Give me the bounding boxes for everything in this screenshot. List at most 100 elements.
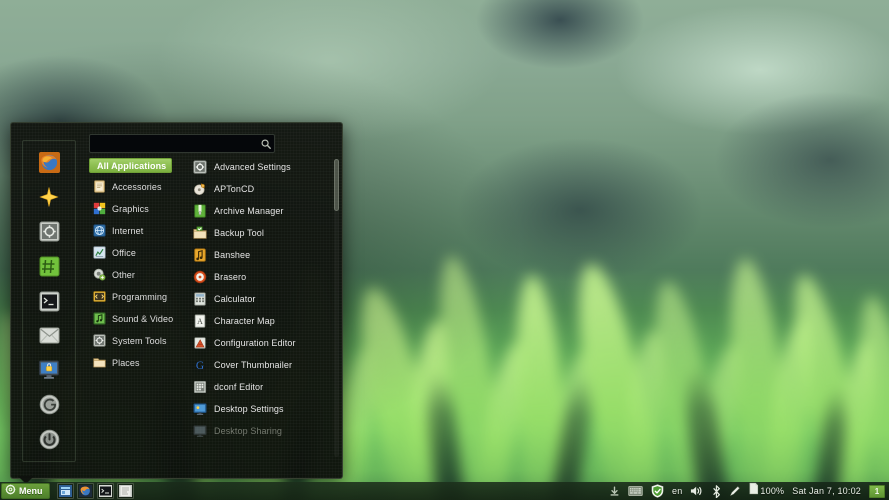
window-button-text-editor[interactable] [117, 483, 134, 499]
favorite-package-manager[interactable] [36, 219, 62, 245]
category-label: System Tools [112, 336, 167, 346]
advanced-settings-icon [193, 160, 207, 174]
application-item-archive-manager[interactable]: Archive Manager [193, 202, 331, 220]
window-button-file-manager[interactable] [57, 483, 74, 499]
office-icon [93, 246, 106, 259]
other-icon [93, 268, 106, 281]
application-label: Character Map [214, 316, 275, 326]
application-item-advanced-settings[interactable]: Advanced Settings [193, 158, 331, 176]
application-item-banshee[interactable]: Banshee [193, 246, 331, 264]
category-label: Places [112, 358, 140, 368]
graphics-icon [93, 202, 106, 215]
application-list: Advanced Settings APTonCD Archive Manager B… [193, 158, 331, 458]
backup-tool-icon [193, 226, 207, 240]
category-label: Graphics [112, 204, 149, 214]
programming-icon [93, 290, 106, 303]
svg-text:A: A [197, 317, 203, 326]
favorite-terminal-green[interactable] [36, 254, 62, 280]
application-label: Archive Manager [214, 206, 284, 216]
internet-icon [93, 224, 106, 237]
category-label: Other [112, 270, 135, 280]
calculator-icon [193, 292, 207, 306]
battery-percent-label: 100% [760, 486, 784, 496]
system-tray: en 100% Sat Jan 7, 10:02 1 [605, 482, 889, 500]
category-item-office[interactable]: Office [89, 244, 181, 261]
window-button-terminal[interactable] [97, 483, 114, 499]
category-item-other[interactable]: Other [89, 266, 181, 283]
category-label: Programming [112, 292, 167, 302]
application-label: Backup Tool [214, 228, 264, 238]
application-item-desktop-sharing[interactable]: Desktop Sharing [193, 422, 331, 440]
system-tools-icon [93, 334, 106, 347]
application-item-character-map[interactable]: A Character Map [193, 312, 331, 330]
category-item-sound-video[interactable]: Sound & Video [89, 310, 181, 327]
application-item-dconf-editor[interactable]: dconf Editor [193, 378, 331, 396]
favorite-lock-screen[interactable] [36, 357, 62, 383]
language-indicator[interactable]: en [668, 482, 686, 500]
keyboard-tray-icon[interactable] [624, 482, 647, 500]
places-icon [93, 356, 106, 369]
brasero-icon [193, 270, 207, 284]
menu-button-label: Menu [19, 486, 43, 496]
menu-button[interactable]: Menu [1, 483, 50, 499]
application-label: Cover Thumbnailer [214, 360, 292, 370]
application-item-brasero[interactable]: Brasero [193, 268, 331, 286]
favorite-quit[interactable] [36, 427, 62, 453]
application-label: Desktop Sharing [214, 426, 282, 436]
pencil-tray-icon[interactable] [725, 482, 745, 500]
category-item-system-tools[interactable]: System Tools [89, 332, 181, 349]
cover-thumbnailer-icon: G [193, 358, 207, 372]
application-item-aptoncd[interactable]: APTonCD [193, 180, 331, 198]
favorite-mail[interactable] [36, 323, 62, 349]
desktop-sharing-icon [193, 424, 207, 438]
volume-tray-icon[interactable] [686, 482, 708, 500]
scrollbar-thumb[interactable] [334, 159, 339, 211]
category-item-all-applications[interactable]: All Applications [89, 158, 172, 173]
category-item-accessories[interactable]: Accessories [89, 178, 181, 195]
category-label: All Applications [97, 161, 166, 171]
archive-manager-icon [193, 204, 207, 218]
search-icon[interactable] [258, 139, 274, 149]
application-label: Banshee [214, 250, 250, 260]
mint-gear-icon [5, 482, 16, 500]
category-item-places[interactable]: Places [89, 354, 181, 371]
application-item-configuration-editor[interactable]: Configuration Editor [193, 334, 331, 352]
favorites-sidebar [22, 140, 76, 462]
search-input[interactable] [90, 135, 258, 152]
application-item-calculator[interactable]: Calculator [193, 290, 331, 308]
category-item-internet[interactable]: Internet [89, 222, 181, 239]
window-button-firefox[interactable] [77, 483, 94, 499]
workspace-label: 1 [875, 487, 879, 496]
favorite-terminal[interactable] [36, 288, 62, 314]
application-item-backup-tool[interactable]: Backup Tool [193, 224, 331, 242]
mint-menu-panel: All Applications Accessories Graphics Inter… [10, 122, 343, 479]
application-list-scrollbar[interactable] [334, 159, 339, 457]
bluetooth-tray-icon[interactable] [708, 482, 725, 500]
application-label: Calculator [214, 294, 256, 304]
favorite-software-manager[interactable] [36, 185, 62, 211]
update-manager-tray-icon[interactable] [605, 482, 624, 500]
battery-icon [749, 482, 759, 500]
banshee-icon [193, 248, 207, 262]
favorite-firefox[interactable] [36, 150, 62, 176]
category-label: Internet [112, 226, 143, 236]
application-label: Advanced Settings [214, 162, 291, 172]
desktop-screen: All Applications Accessories Graphics Inter… [0, 0, 889, 500]
desktop-settings-icon [193, 402, 207, 416]
application-label: Configuration Editor [214, 338, 296, 348]
application-item-desktop-settings[interactable]: Desktop Settings [193, 400, 331, 418]
category-item-graphics[interactable]: Graphics [89, 200, 181, 217]
character-map-icon: A [193, 314, 207, 328]
firewall-shield-icon[interactable] [647, 482, 668, 500]
category-label: Office [112, 248, 136, 258]
clock-label: Sat Jan 7, 10:02 [792, 486, 861, 496]
workspace-switcher[interactable]: 1 [869, 485, 885, 498]
category-item-programming[interactable]: Programming [89, 288, 181, 305]
favorite-logout[interactable] [36, 392, 62, 418]
sound-video-icon [93, 312, 106, 325]
battery-tray-indicator[interactable]: 100% [745, 482, 788, 500]
menu-search-box[interactable] [89, 134, 275, 153]
application-label: Desktop Settings [214, 404, 284, 414]
application-item-cover-thumbnailer[interactable]: G Cover Thumbnailer [193, 356, 331, 374]
clock-applet[interactable]: Sat Jan 7, 10:02 [788, 482, 865, 500]
